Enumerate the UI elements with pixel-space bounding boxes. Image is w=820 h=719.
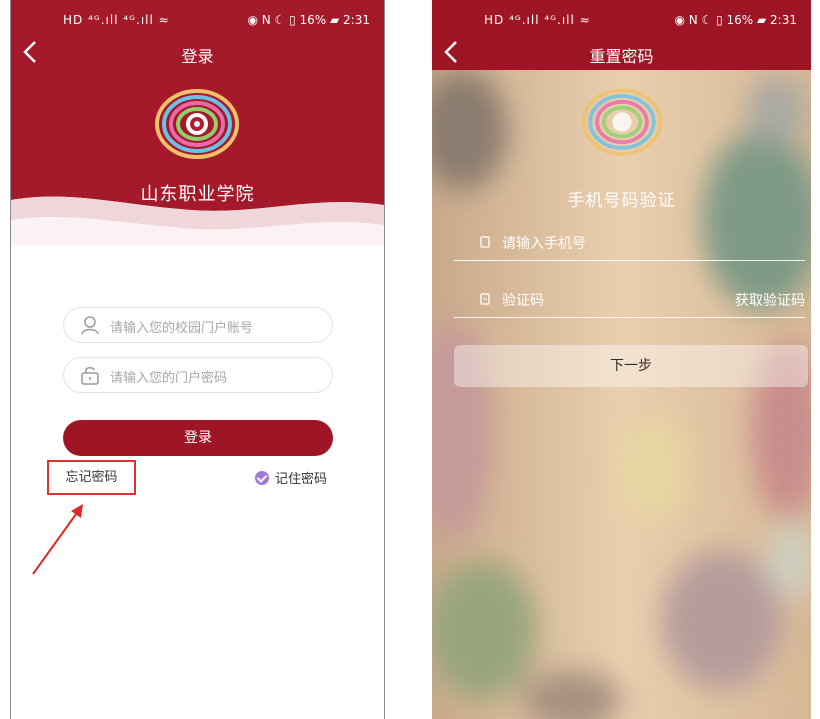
phone-input[interactable]: 请输入手机号 [454, 230, 805, 261]
verify-heading: 手机号码验证 [567, 191, 676, 211]
remember-password-toggle[interactable]: 记住密码 [255, 468, 327, 487]
college-logo [581, 88, 663, 156]
status-right: ◉ N ☾ ▯ 16% ▰ 2:31 [674, 13, 797, 27]
account-placeholder: 请输入您的校园门户账号 [110, 321, 254, 336]
title-bar: 重置密码 [432, 38, 811, 70]
phone-icon [480, 236, 490, 248]
signal-indicators: HD ⁴ᴳ.ıll ⁴ᴳ.ıll ≈ [63, 13, 170, 27]
account-input[interactable]: 请输入您的校园门户账号 [63, 307, 333, 343]
user-icon [81, 316, 99, 335]
login-screen: HD ⁴ᴳ.ıll ⁴ᴳ.ıll ≈ ◉ N ☾ ▯ 16% ▰ 2:31 登录… [10, 0, 385, 719]
college-logo [155, 89, 239, 159]
code-input[interactable]: 验证码 获取验证码 [454, 287, 805, 318]
password-placeholder: 请输入您的门户密码 [110, 371, 228, 386]
code-placeholder: 验证码 [502, 293, 544, 309]
page-title: 重置密码 [589, 47, 654, 66]
status-right: ◉ N ☾ ▯ 16% ▰ 2:31 [247, 13, 370, 27]
lock-icon [81, 367, 99, 385]
reset-password-screen: HD ⁴ᴳ.ıll ⁴ᴳ.ıll ≈ ◉ N ☾ ▯ 16% ▰ 2:31 重置… [432, 0, 811, 719]
next-step-button[interactable]: 下一步 [454, 345, 808, 387]
status-bar: HD ⁴ᴳ.ıll ⁴ᴳ.ıll ≈ ◉ N ☾ ▯ 16% ▰ 2:31 [11, 0, 384, 38]
page-title: 登录 [181, 47, 214, 66]
phone-placeholder: 请输入手机号 [502, 236, 586, 252]
code-icon [480, 293, 490, 305]
status-bar: HD ⁴ᴳ.ıll ⁴ᴳ.ıll ≈ ◉ N ☾ ▯ 16% ▰ 2:31 [432, 0, 811, 38]
signal-indicators: HD ⁴ᴳ.ıll ⁴ᴳ.ıll ≈ [484, 13, 591, 27]
get-code-button[interactable]: 获取验证码 [735, 290, 805, 310]
login-button[interactable]: 登录 [63, 420, 333, 456]
forgot-password-link[interactable]: 忘记密码 [47, 460, 136, 495]
check-icon [255, 471, 269, 485]
remember-password-label: 记住密码 [275, 472, 328, 487]
password-input[interactable]: 请输入您的门户密码 [63, 357, 333, 393]
college-name: 山东职业学院 [140, 184, 255, 205]
annotation-arrow [32, 504, 83, 575]
title-bar: 登录 [11, 38, 384, 70]
